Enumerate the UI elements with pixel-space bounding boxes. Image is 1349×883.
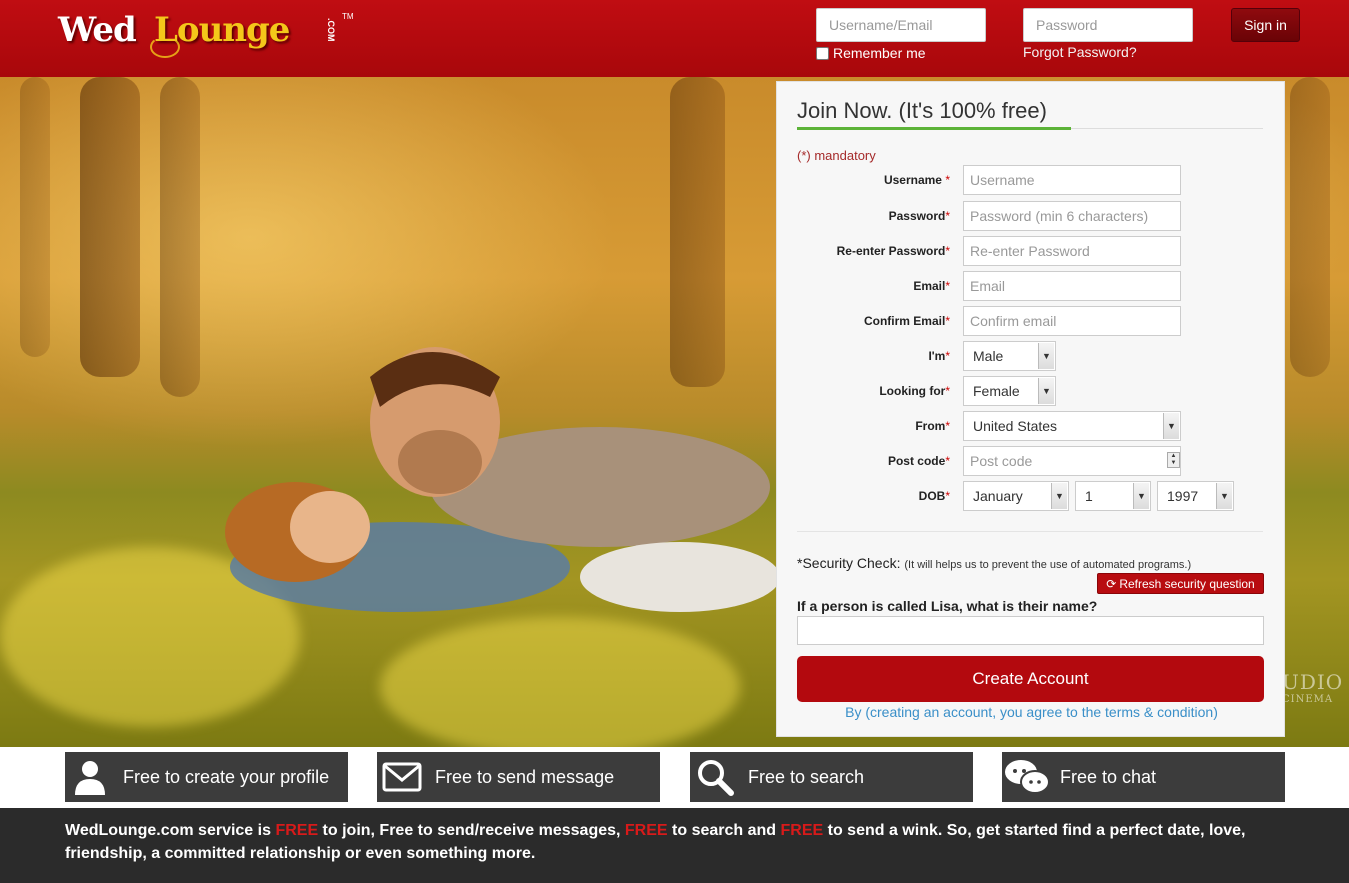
username-row: Username *	[777, 165, 1286, 195]
country-row: From* United States ▼	[777, 411, 1286, 441]
refresh-icon: ⟳	[1106, 576, 1117, 591]
sign-in-button[interactable]: Sign in	[1231, 8, 1300, 42]
chevron-down-icon: ▼	[1038, 378, 1054, 404]
join-title: Join Now. (It's 100% free)	[797, 98, 1047, 123]
feature-chat: Free to chat	[1002, 752, 1285, 802]
looking-for-label: Looking for*	[879, 384, 950, 398]
envelope-icon	[377, 752, 427, 802]
refresh-security-button[interactable]: ⟳ Refresh security question	[1097, 573, 1264, 594]
gender-select[interactable]: Male ▼	[963, 341, 1056, 371]
remember-me-label: Remember me	[833, 45, 926, 61]
couple-illustration	[225, 347, 780, 612]
form-divider	[797, 531, 1263, 532]
login-username-input[interactable]	[816, 8, 986, 42]
gender-label: I'm*	[928, 349, 950, 363]
tree-trunk	[1290, 77, 1330, 377]
country-select[interactable]: United States ▼	[963, 411, 1181, 441]
repassword-input[interactable]	[963, 236, 1181, 266]
chevron-down-icon: ▼	[1133, 483, 1149, 509]
logo-rings-icon	[150, 36, 180, 58]
logo-dotcom: .COM	[326, 18, 336, 42]
chat-icon	[1002, 752, 1052, 802]
dob-day-select[interactable]: 1 ▼	[1075, 481, 1151, 511]
gender-row: I'm* Male ▼	[777, 341, 1286, 371]
dob-month-select[interactable]: January ▼	[963, 481, 1069, 511]
postcode-input[interactable]	[963, 446, 1181, 476]
terms-link[interactable]: By (creating an account, you agree to th…	[777, 704, 1286, 720]
country-label: From*	[915, 419, 950, 433]
site-logo[interactable]: Wed Lounge TM .COM	[58, 10, 358, 62]
footer-text: WedLounge.com service is FREE to join, F…	[65, 822, 1246, 862]
chevron-down-icon: ▼	[1216, 483, 1232, 509]
feature-search: Free to search	[690, 752, 973, 802]
password-row: Password*	[777, 201, 1286, 231]
username-label: Username *	[883, 173, 950, 187]
remember-me-checkbox[interactable]	[816, 46, 829, 60]
top-header: Wed Lounge TM .COM Remember me Forgot Pa…	[0, 0, 1349, 77]
tree-trunk	[20, 77, 50, 357]
repassword-row: Re-enter Password*	[777, 236, 1286, 266]
looking-for-select[interactable]: Female ▼	[963, 376, 1056, 406]
email-label: Email*	[913, 279, 950, 293]
number-spinner-icon[interactable]: ▲ ▼	[1167, 452, 1180, 468]
logo-wed-text: Wed	[58, 10, 137, 50]
security-check-label: *Security Check: (It will helps us to pr…	[797, 555, 1192, 571]
dob-label: DOB*	[918, 489, 950, 503]
email-input[interactable]	[963, 271, 1181, 301]
password-label: Password*	[888, 209, 950, 223]
dob-row: DOB* January ▼ 1 ▼ 1997 ▼	[777, 481, 1286, 511]
chevron-down-icon: ▼	[1163, 413, 1179, 439]
postcode-label: Post code*	[887, 454, 950, 468]
security-answer-input[interactable]	[797, 616, 1264, 645]
mandatory-note: (*) mandatory	[797, 148, 876, 163]
remember-me[interactable]: Remember me	[816, 45, 926, 61]
forgot-password-link[interactable]: Forgot Password?	[1023, 44, 1137, 60]
footer: WedLounge.com service is FREE to join, F…	[0, 808, 1349, 883]
feature-create-profile: Free to create your profile	[65, 752, 348, 802]
create-account-button[interactable]: Create Account	[797, 656, 1264, 702]
chevron-down-icon: ▼	[1051, 483, 1067, 509]
logo-trademark: TM	[342, 12, 354, 21]
username-input[interactable]	[963, 165, 1181, 195]
postcode-row: Post code* ▲▼	[777, 446, 1286, 476]
watermark: UDIO CINEMA	[1282, 670, 1344, 705]
password-input[interactable]	[963, 201, 1181, 231]
title-underline	[797, 127, 1071, 130]
login-password-input[interactable]	[1023, 8, 1193, 42]
chevron-down-icon: ▼	[1038, 343, 1054, 369]
confirm-email-label: Confirm Email*	[863, 314, 950, 328]
tree-trunk	[80, 77, 140, 377]
dob-year-select[interactable]: 1997 ▼	[1157, 481, 1234, 511]
features-strip: Free to create your profile Free to send…	[0, 747, 1349, 808]
user-icon	[65, 752, 115, 802]
search-icon	[690, 752, 740, 802]
confirm-email-input[interactable]	[963, 306, 1181, 336]
security-note: (It will helps us to prevent the use of …	[904, 559, 1192, 571]
tree-trunk	[160, 77, 200, 397]
repassword-label: Re-enter Password*	[836, 244, 950, 258]
looking-for-row: Looking for* Female ▼	[777, 376, 1286, 406]
security-question: If a person is called Lisa, what is thei…	[797, 598, 1098, 614]
email-row: Email*	[777, 271, 1286, 301]
join-form-panel: Join Now. (It's 100% free) (*) mandatory…	[776, 81, 1285, 737]
confirm-email-row: Confirm Email*	[777, 306, 1286, 336]
feature-send-message: Free to send message	[377, 752, 660, 802]
